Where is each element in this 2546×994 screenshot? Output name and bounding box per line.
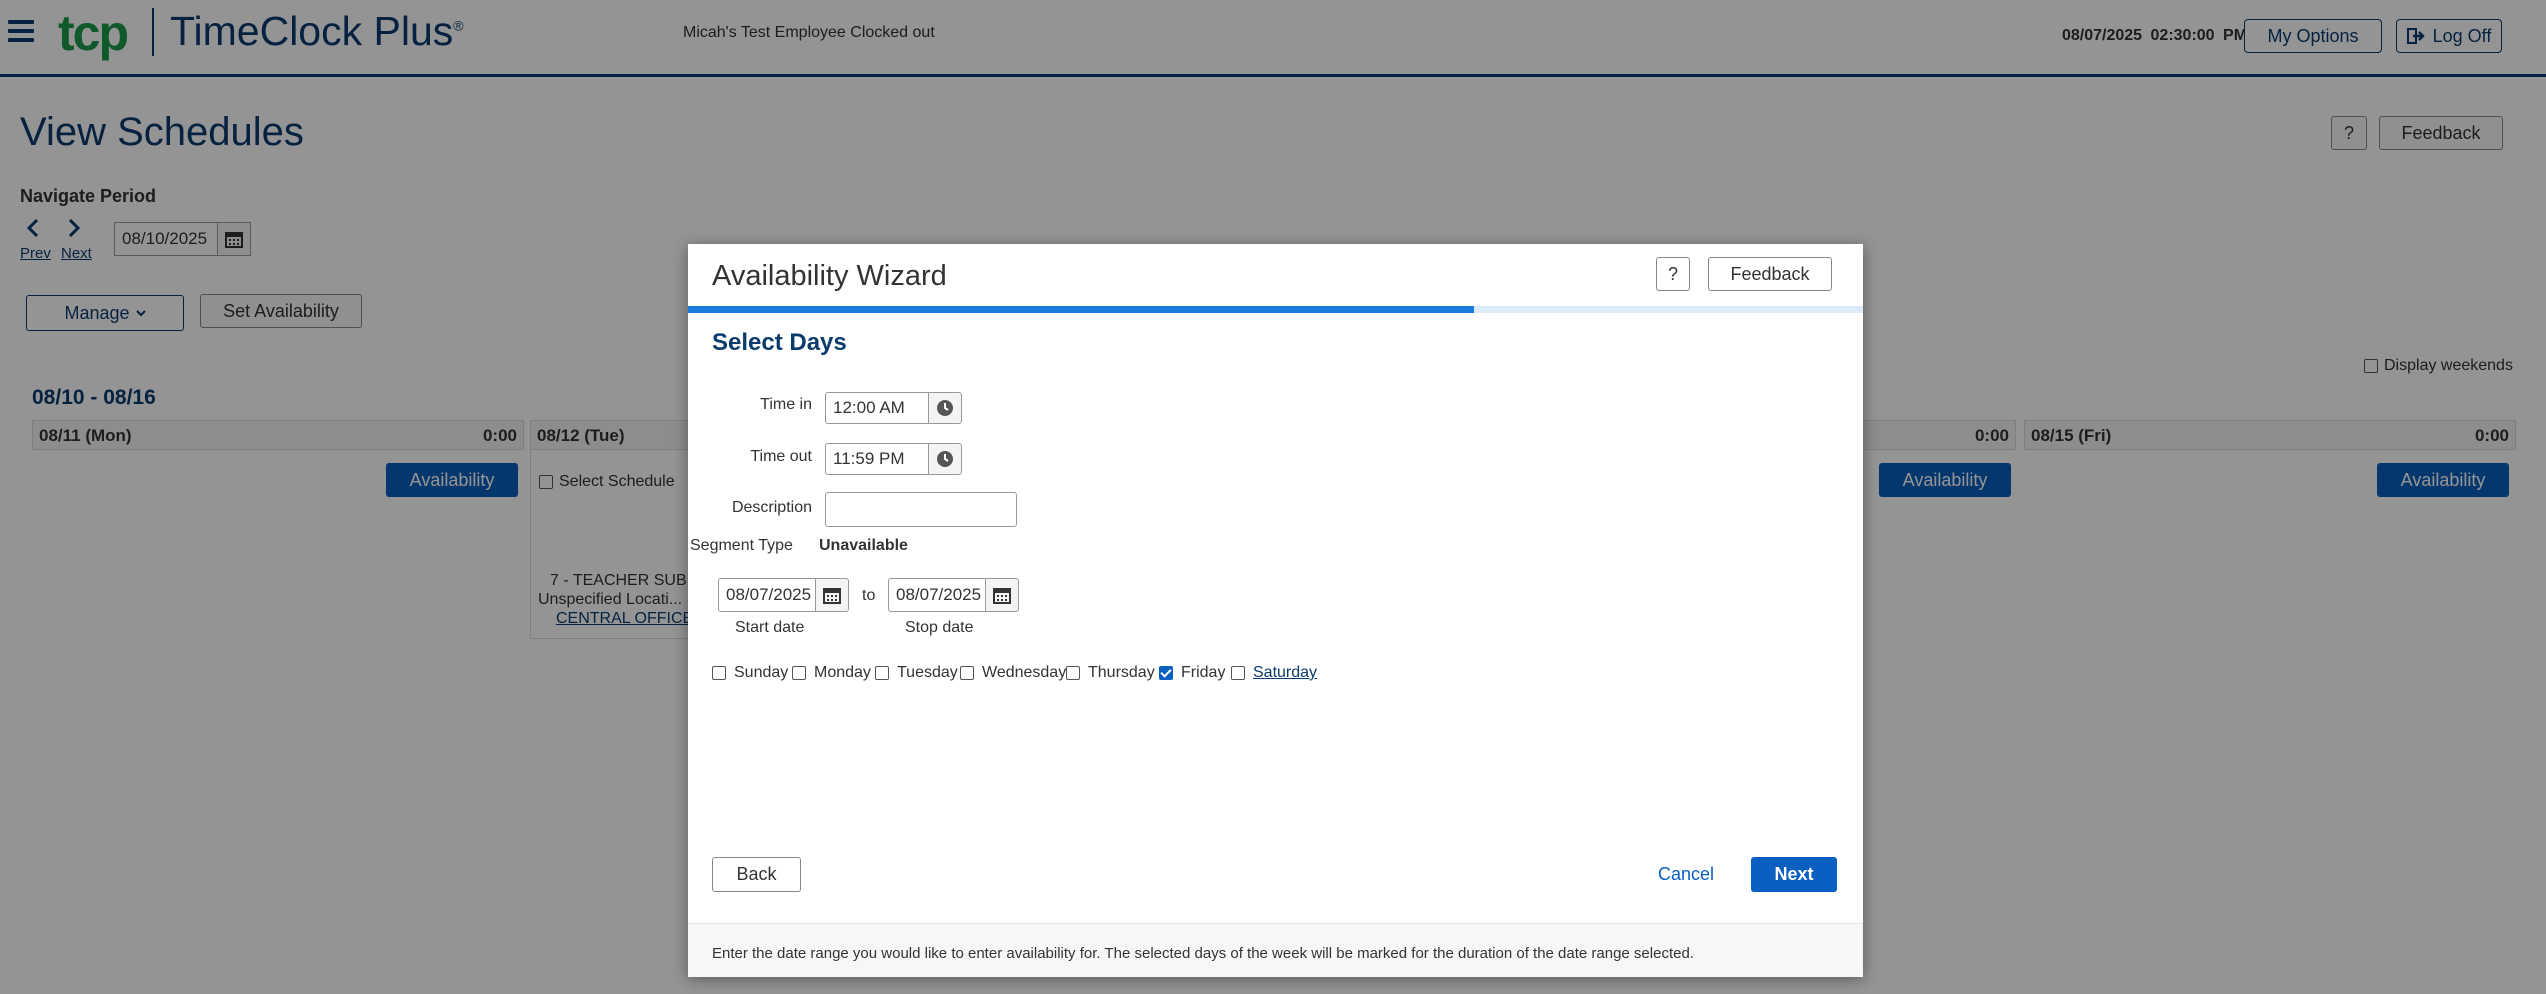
next-button[interactable]: Next xyxy=(1751,857,1837,892)
day-option-label[interactable]: Saturday xyxy=(1253,664,1317,682)
modal-title: Availability Wizard xyxy=(712,260,947,292)
time-out-label: Time out xyxy=(750,448,812,465)
day-option-friday[interactable]: Friday xyxy=(1159,664,1225,682)
stop-date-input[interactable]: 08/07/2025 xyxy=(888,578,986,612)
thursday-checkbox[interactable] xyxy=(1066,666,1080,680)
day-option-label: Monday xyxy=(814,664,871,681)
day-option-label: Wednesday xyxy=(982,664,1067,681)
day-option-monday[interactable]: Monday xyxy=(792,664,871,682)
tuesday-checkbox[interactable] xyxy=(875,666,889,680)
saturday-checkbox[interactable] xyxy=(1231,666,1245,680)
date-range-to: to xyxy=(862,587,876,604)
modal-help-button[interactable]: ? xyxy=(1656,257,1690,291)
stop-date-calendar-button[interactable] xyxy=(985,578,1019,612)
footer-help-text: Enter the date range you would like to e… xyxy=(712,945,1694,962)
friday-checkbox[interactable] xyxy=(1159,666,1173,680)
time-in-clock-button[interactable] xyxy=(928,392,962,424)
time-out-clock-button[interactable] xyxy=(928,443,962,475)
day-option-thursday[interactable]: Thursday xyxy=(1066,664,1155,682)
segment-type-label: Segment Type xyxy=(690,537,793,554)
wednesday-checkbox[interactable] xyxy=(960,666,974,680)
calendar-icon xyxy=(993,588,1011,604)
day-option-label: Thursday xyxy=(1088,664,1155,681)
day-option-sunday[interactable]: Sunday xyxy=(712,664,788,682)
back-button[interactable]: Back xyxy=(712,857,801,892)
day-option-saturday[interactable]: Saturday xyxy=(1231,664,1317,682)
day-option-label: Sunday xyxy=(734,664,789,681)
start-date-label: Start date xyxy=(735,619,805,636)
description-input[interactable] xyxy=(825,492,1017,527)
start-date-input[interactable]: 08/07/2025 xyxy=(718,578,816,612)
stop-date-label: Stop date xyxy=(905,619,974,636)
segment-type-value: Unavailable xyxy=(819,537,908,554)
wizard-progress-fill xyxy=(688,306,1474,313)
sunday-checkbox[interactable] xyxy=(712,666,726,680)
clock-icon xyxy=(937,451,953,467)
day-option-wednesday[interactable]: Wednesday xyxy=(960,664,1066,682)
modal-footer: Enter the date range you would like to e… xyxy=(688,923,1863,977)
cancel-button[interactable]: Cancel xyxy=(1658,864,1714,885)
time-out-input[interactable]: 11:59 PM xyxy=(825,443,929,475)
monday-checkbox[interactable] xyxy=(792,666,806,680)
calendar-icon xyxy=(823,588,841,604)
day-option-tuesday[interactable]: Tuesday xyxy=(875,664,958,682)
time-in-input[interactable]: 12:00 AM xyxy=(825,392,929,424)
clock-icon xyxy=(937,400,953,416)
section-title: Select Days xyxy=(712,329,847,356)
time-in-label: Time in xyxy=(760,396,812,413)
day-option-label: Friday xyxy=(1181,664,1226,681)
day-option-label: Tuesday xyxy=(897,664,958,681)
modal-feedback-button[interactable]: Feedback xyxy=(1708,257,1832,291)
start-date-calendar-button[interactable] xyxy=(815,578,849,612)
description-label: Description xyxy=(731,499,812,516)
availability-wizard-dialog: Availability Wizard ? Feedback Select Da… xyxy=(688,244,1863,977)
